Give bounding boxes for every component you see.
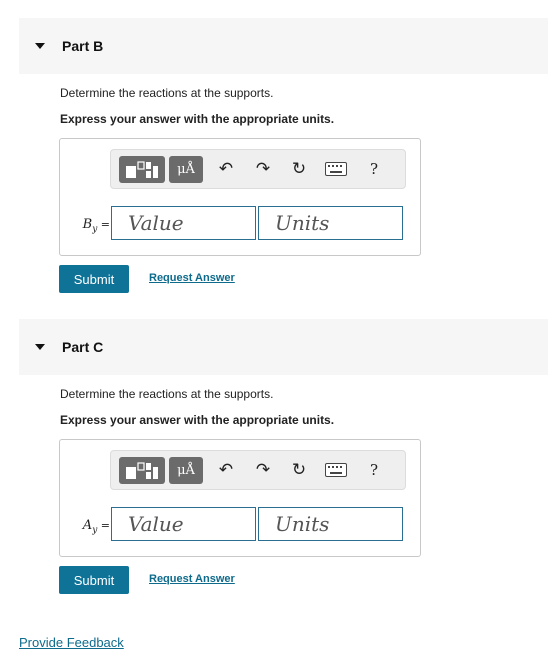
units-button[interactable]: μÅ [169,156,203,183]
templates-icon [126,160,158,178]
reset-button[interactable]: ↻ [288,458,310,482]
value-input[interactable]: Value [111,206,256,240]
keyboard-button[interactable] [324,460,348,480]
collapse-caret-icon[interactable] [35,344,45,350]
math-toolbar: μÅ ↶ ↷ ↻ ? [110,450,406,490]
undo-icon: ↶ [218,159,234,178]
submit-button[interactable]: Submit [59,265,129,293]
redo-icon: ↷ [255,460,271,479]
help-button[interactable]: ? [363,157,385,181]
variable-label: Ay = [82,518,110,536]
templates-button[interactable] [119,156,165,183]
keyboard-button[interactable] [324,159,348,179]
units-input[interactable]: Units [258,206,403,240]
part-c-header[interactable]: Part C [19,319,548,375]
value-input[interactable]: Value [111,507,256,541]
question-prompt: Determine the reactions at the supports. [60,387,274,401]
reset-button[interactable]: ↻ [288,157,310,181]
help-button[interactable]: ? [363,458,385,482]
variable-label: By = [82,217,110,235]
undo-button[interactable]: ↶ [215,157,237,181]
answer-instruction: Express your answer with the appropriate… [60,413,335,427]
request-answer-link[interactable]: Request Answer [149,272,235,284]
units-icon: μÅ [177,463,195,478]
reset-icon: ↻ [291,159,307,178]
part-b-header[interactable]: Part B [19,18,548,74]
part-title: Part C [62,339,104,355]
math-toolbar: μÅ ↶ ↷ ↻ ? [110,149,406,189]
collapse-caret-icon[interactable] [35,43,45,49]
answer-box: μÅ ↶ ↷ ↻ ? Ay = Value Units [59,439,421,557]
units-icon: μÅ [177,162,195,177]
redo-button[interactable]: ↷ [252,157,274,181]
undo-icon: ↶ [218,460,234,479]
answer-instruction: Express your answer with the appropriate… [60,112,335,126]
request-answer-link[interactable]: Request Answer [149,573,235,585]
keyboard-icon [325,162,347,176]
units-input[interactable]: Units [258,507,403,541]
help-icon: ? [369,461,379,479]
answer-box: μÅ ↶ ↷ ↻ ? By = Value Units [59,138,421,256]
keyboard-icon [325,463,347,477]
units-button[interactable]: μÅ [169,457,203,484]
reset-icon: ↻ [291,460,307,479]
part-title: Part B [62,38,104,54]
submit-button[interactable]: Submit [59,566,129,594]
provide-feedback-link[interactable]: Provide Feedback [19,635,124,650]
templates-icon [126,461,158,479]
redo-button[interactable]: ↷ [252,458,274,482]
help-icon: ? [369,160,379,178]
redo-icon: ↷ [255,159,271,178]
question-prompt: Determine the reactions at the supports. [60,86,274,100]
templates-button[interactable] [119,457,165,484]
undo-button[interactable]: ↶ [215,458,237,482]
